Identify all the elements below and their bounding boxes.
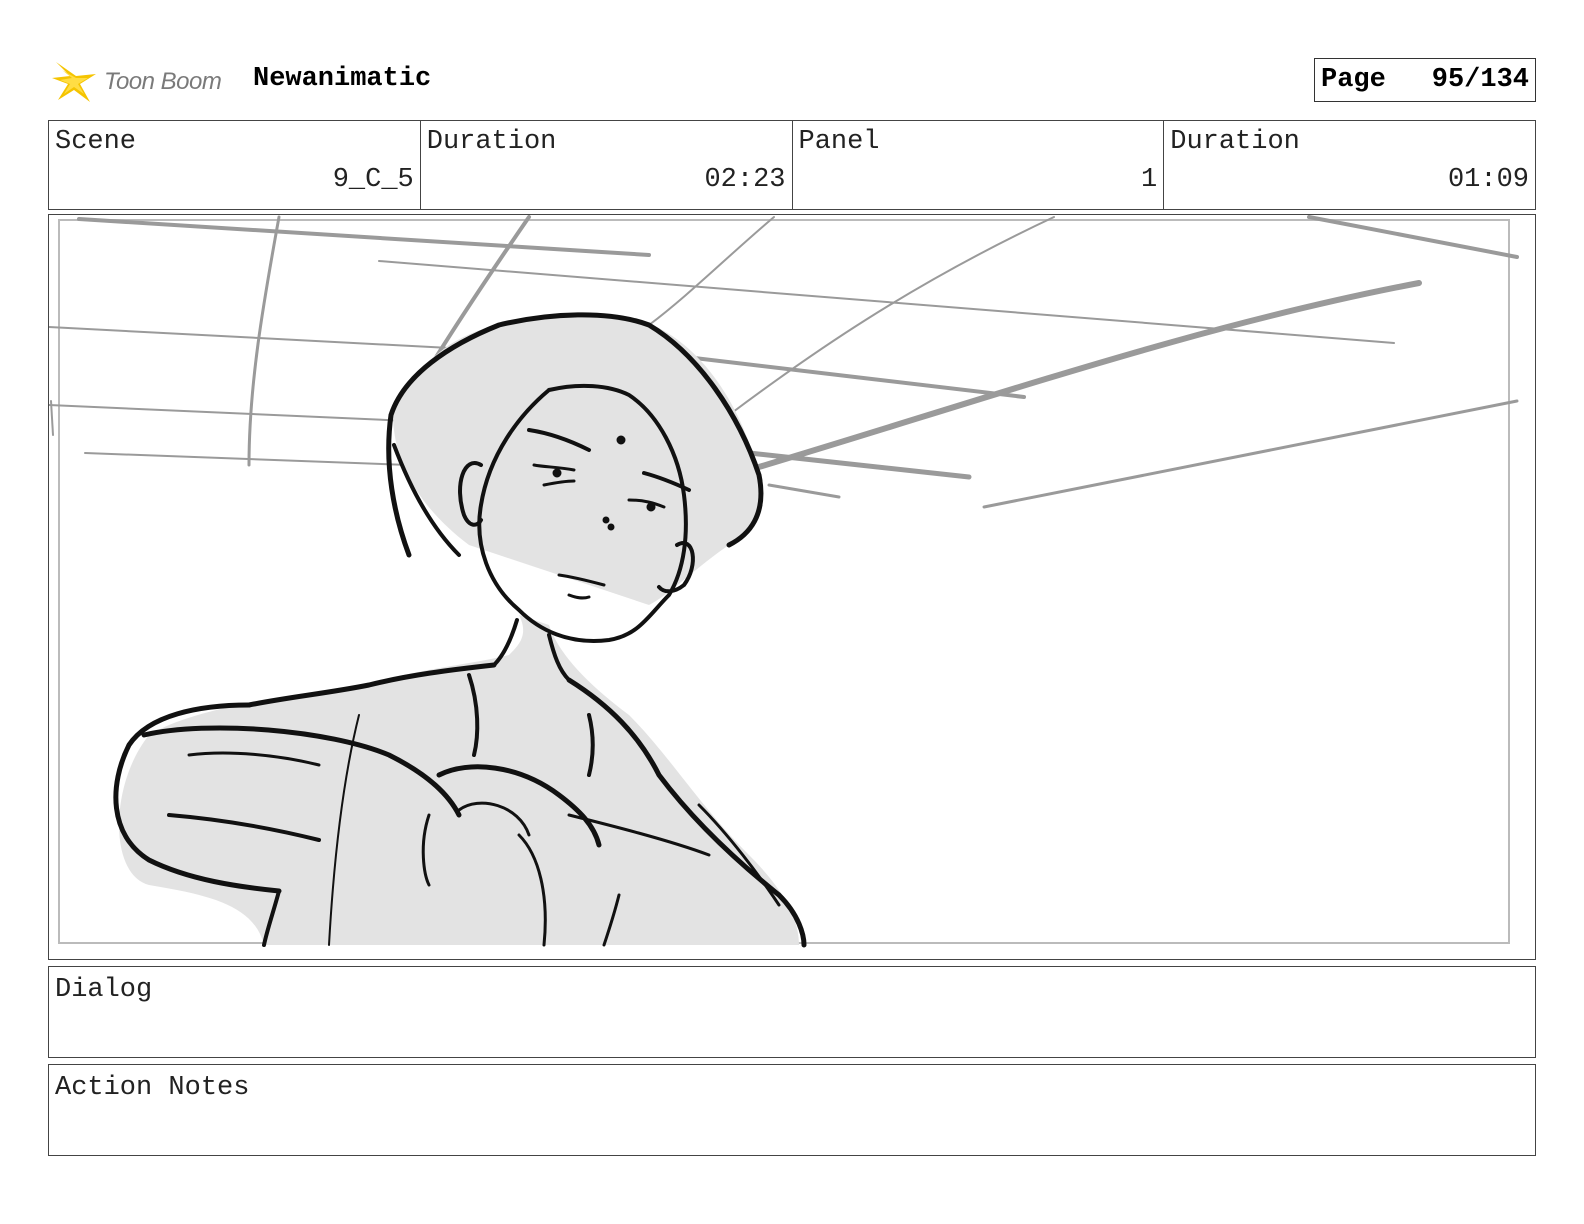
- scene-info-row: Scene 9_C_5 Duration 02:23 Panel 1 Durat…: [48, 120, 1536, 210]
- panel-duration-cell: Duration 01:09: [1164, 121, 1535, 209]
- toon-boom-star-icon: [52, 62, 96, 102]
- panel-duration-label: Duration: [1170, 127, 1300, 157]
- storyboard-panel-image: [48, 214, 1536, 960]
- scene-cell: Scene 9_C_5: [49, 121, 421, 209]
- panel-duration-value: 01:09: [1447, 165, 1529, 195]
- storyboard-header: Toon Boom Newanimatic Page 95/134: [48, 56, 1536, 108]
- panel-sketch-drawing: [49, 215, 1519, 948]
- scene-duration-cell: Duration 02:23: [421, 121, 793, 209]
- panel-value: 1: [1141, 165, 1158, 195]
- scene-duration-label: Duration: [426, 127, 557, 157]
- action-notes-box: Action Notes: [48, 1064, 1536, 1156]
- project-title: Newanimatic: [253, 64, 432, 94]
- scene-duration-value: 02:23: [704, 165, 786, 195]
- action-notes-label: Action Notes: [55, 1073, 250, 1103]
- toon-boom-logo: Toon Boom: [50, 56, 222, 108]
- panel-cell: Panel 1: [793, 121, 1165, 209]
- page-label: Page: [1321, 65, 1386, 95]
- dialog-label: Dialog: [55, 975, 153, 1005]
- panel-label: Panel: [798, 127, 880, 157]
- dialog-box: Dialog: [48, 966, 1536, 1058]
- logo-text: Toon Boom: [104, 68, 222, 95]
- page-indicator: Page 95/134: [1314, 58, 1536, 102]
- scene-label: Scene: [55, 127, 137, 157]
- scene-value: 9_C_5: [332, 165, 414, 195]
- page-number: 95/134: [1431, 65, 1529, 95]
